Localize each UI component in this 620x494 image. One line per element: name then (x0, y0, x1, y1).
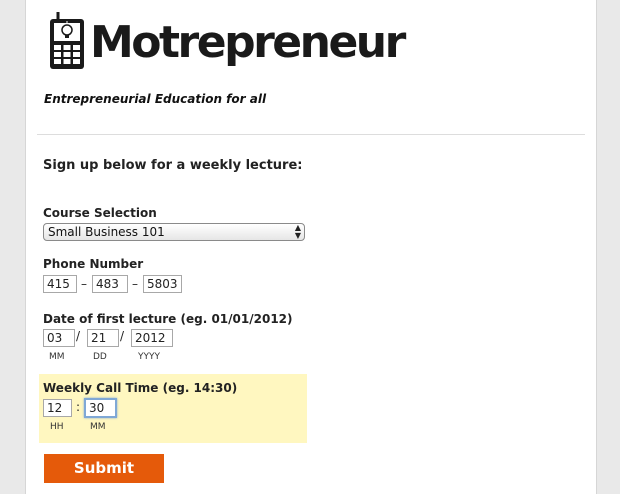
date-day-input[interactable]: 21 (87, 329, 119, 347)
phone-number-label: Phone Number (43, 257, 144, 271)
date-year-input[interactable]: 2012 (131, 329, 173, 347)
page-container: Motrepreneur Entrepreneurial Education f… (25, 0, 597, 494)
phone-line-input[interactable]: 5803 (143, 275, 182, 293)
course-selection-label: Course Selection (43, 206, 157, 220)
date-label: Date of first lecture (eg. 01/01/2012) (43, 312, 293, 326)
call-hour-hint: HH (50, 422, 64, 432)
phone-separator: – (132, 277, 138, 291)
call-hour-input[interactable]: 12 (43, 399, 72, 417)
date-separator: / (76, 329, 81, 343)
select-arrows-icon: ▲ ▼ (294, 223, 301, 240)
call-time-label: Weekly Call Time (eg. 14:30) (43, 381, 238, 395)
date-month-input[interactable]: 03 (43, 329, 75, 347)
tagline: Entrepreneurial Education for all (44, 92, 267, 106)
call-minute-hint: MM (90, 422, 106, 432)
brand-name: Motrepreneur (90, 17, 406, 68)
phone-bulb-icon (50, 12, 84, 69)
submit-button[interactable]: Submit (44, 454, 164, 483)
time-separator: : (76, 400, 81, 414)
phone-separator: – (81, 277, 87, 291)
call-minute-input[interactable]: 30 (84, 398, 117, 418)
course-select[interactable]: Small Business 101 ▲ ▼ (43, 223, 305, 241)
date-year-hint: YYYY (138, 352, 160, 362)
course-select-value: Small Business 101 (48, 225, 165, 239)
date-separator: / (120, 329, 125, 343)
phone-prefix-input[interactable]: 483 (92, 275, 128, 293)
date-month-hint: MM (49, 352, 65, 362)
divider (37, 134, 585, 135)
form-heading: Sign up below for a weekly lecture: (43, 158, 303, 173)
phone-area-input[interactable]: 415 (43, 275, 77, 293)
date-day-hint: DD (93, 352, 107, 362)
